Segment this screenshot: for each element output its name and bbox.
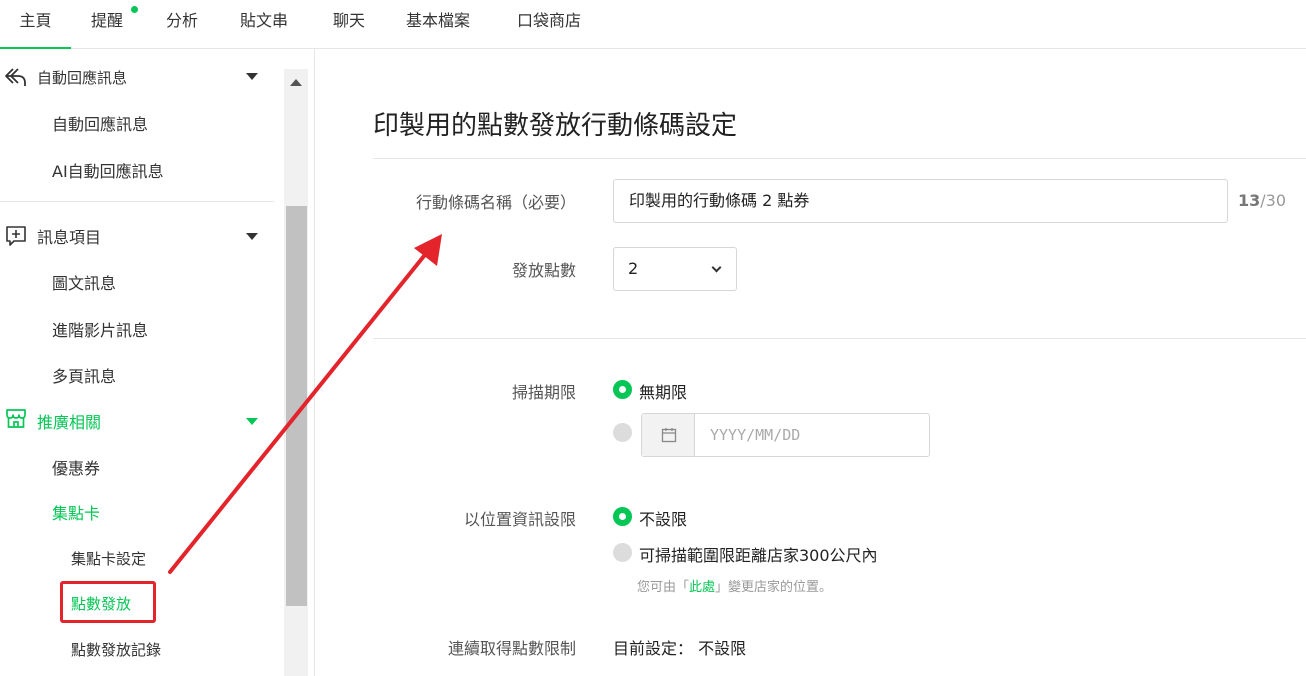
location-note: 您可由「此處」變更店家的位置。 bbox=[637, 576, 832, 595]
chevron-down-icon[interactable] bbox=[246, 233, 258, 240]
points-select[interactable]: 2 bbox=[613, 247, 737, 291]
add-message-icon bbox=[5, 225, 27, 251]
location-none-label: 不設限 bbox=[639, 510, 688, 529]
location-note-suffix: 」變更店家的位置。 bbox=[715, 580, 833, 595]
sidebar-section-messages[interactable]: 訊息項目 bbox=[37, 224, 101, 248]
sidebar-item-coupon[interactable]: 優惠券 bbox=[52, 455, 100, 479]
scan-unlimited-radio[interactable] bbox=[613, 380, 632, 399]
points-field-label: 發放點數 bbox=[511, 261, 576, 280]
calendar-icon bbox=[661, 428, 677, 443]
location-limit-label: 以位置資訊設限 bbox=[463, 510, 576, 529]
sidebar-item-reward-card-settings[interactable]: 集點卡設定 bbox=[71, 548, 146, 569]
main-content: 印製用的點數發放行動條碼設定 行動條碼名稱（必要） 印製用的行動條碼 2 點券 … bbox=[316, 49, 1306, 676]
sidebar-item-auto-reply[interactable]: 自動回應訊息 bbox=[52, 111, 148, 135]
tab-timeline[interactable]: 貼文串 bbox=[240, 0, 288, 49]
location-none-radio[interactable] bbox=[613, 507, 632, 526]
reply-icon bbox=[4, 66, 28, 92]
store-location-link[interactable]: 此處 bbox=[689, 580, 715, 595]
chevron-down-icon[interactable] bbox=[246, 73, 258, 80]
scan-date-radio[interactable] bbox=[613, 423, 632, 442]
date-placeholder: YYYY/MM/DD bbox=[710, 426, 801, 444]
scan-unlimited-label: 無期限 bbox=[639, 383, 688, 402]
sidebar-item-points-history[interactable]: 點數發放記錄 bbox=[71, 639, 161, 660]
sidebar-item-rich-message[interactable]: 圖文訊息 bbox=[52, 270, 116, 294]
points-select-value: 2 bbox=[628, 259, 639, 278]
char-counter: 13/30 bbox=[1238, 191, 1286, 210]
sidebar-item-reward-card[interactable]: 集點卡 bbox=[52, 500, 100, 524]
top-navigation: 主頁 提醒 分析 貼文串 聊天 基本檔案 口袋商店 bbox=[0, 0, 1306, 50]
char-count: 13 bbox=[1238, 191, 1261, 210]
section-divider bbox=[373, 158, 1306, 159]
sidebar-item-card-message[interactable]: 多頁訊息 bbox=[52, 363, 116, 387]
date-input[interactable]: YYYY/MM/DD bbox=[641, 413, 930, 457]
tab-analytics[interactable]: 分析 bbox=[166, 0, 198, 49]
tab-notifications[interactable]: 提醒 bbox=[91, 0, 123, 49]
tab-pocket-shop[interactable]: 口袋商店 bbox=[517, 0, 581, 49]
tab-chat[interactable]: 聊天 bbox=[333, 0, 365, 49]
calendar-button[interactable] bbox=[642, 414, 695, 456]
page-title: 印製用的點數發放行動條碼設定 bbox=[373, 111, 738, 141]
location-range-label: 可掃描範圍限距離店家300公尺內 bbox=[639, 546, 878, 565]
sidebar: 自動回應訊息 自動回應訊息 AI自動回應訊息 訊息項目 圖文訊息 進階影片訊息 … bbox=[0, 49, 315, 676]
sidebar-section-promotion[interactable]: 推廣相關 bbox=[37, 409, 101, 433]
location-note-prefix: 您可由「 bbox=[637, 580, 690, 595]
consecutive-limit-value: 目前設定： 不設限 bbox=[613, 639, 747, 658]
annotation-highlight-box bbox=[60, 581, 156, 623]
scroll-up-icon[interactable] bbox=[290, 79, 302, 86]
tab-profile[interactable]: 基本檔案 bbox=[406, 0, 470, 49]
consecutive-limit-label: 連續取得點數限制 bbox=[447, 639, 576, 658]
tab-home[interactable]: 主頁 bbox=[0, 0, 71, 50]
qr-name-input[interactable]: 印製用的行動條碼 2 點券 bbox=[613, 179, 1228, 223]
location-range-radio[interactable] bbox=[613, 543, 632, 562]
sidebar-section-auto-reply[interactable]: 自動回應訊息 bbox=[37, 67, 127, 88]
notification-dot bbox=[131, 6, 138, 13]
chevron-down-icon bbox=[711, 262, 722, 273]
section-divider bbox=[373, 338, 1306, 339]
chevron-down-icon[interactable] bbox=[246, 418, 258, 425]
sidebar-divider bbox=[0, 201, 274, 202]
scan-limit-label: 掃描期限 bbox=[511, 383, 576, 402]
store-icon bbox=[5, 407, 27, 433]
char-max: /30 bbox=[1260, 191, 1287, 210]
name-field-label: 行動條碼名稱（必要） bbox=[415, 193, 576, 212]
sidebar-item-rich-video[interactable]: 進階影片訊息 bbox=[52, 317, 148, 341]
sidebar-item-ai-auto-reply[interactable]: AI自動回應訊息 bbox=[52, 158, 164, 182]
